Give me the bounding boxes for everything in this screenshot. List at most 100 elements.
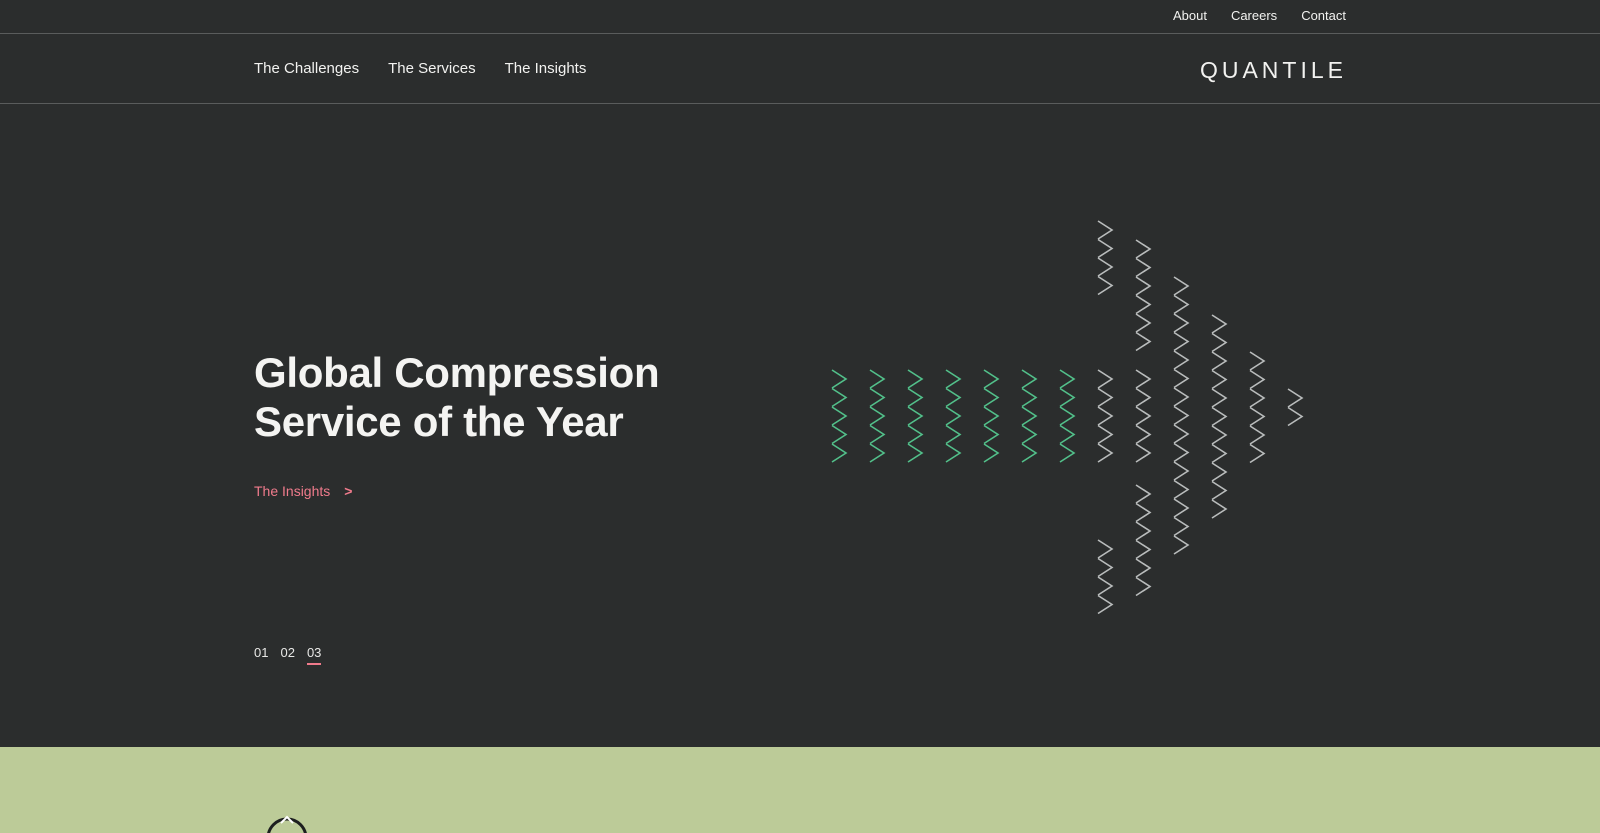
chevron-head-icon xyxy=(1097,443,1114,463)
chevron-head-icon xyxy=(1173,276,1190,296)
chevron-head-icon xyxy=(1211,332,1228,353)
chevron-shaft-icon xyxy=(945,443,962,463)
chevron-shaft-icon xyxy=(983,406,1000,426)
chevron-head-icon xyxy=(1173,461,1190,481)
chevron-head-icon xyxy=(1097,257,1114,277)
chevron-shaft-icon xyxy=(1059,387,1076,408)
utility-links: About Careers Contact xyxy=(1173,8,1346,23)
chevron-right-icon: > xyxy=(344,483,353,499)
chevron-head-icon xyxy=(1211,499,1228,519)
chevron-head-icon xyxy=(1097,275,1114,296)
chevron-shaft-icon xyxy=(945,387,962,408)
chevron-shaft-icon xyxy=(831,369,848,389)
contact-link[interactable]: Contact xyxy=(1301,8,1346,23)
chevron-shaft-icon xyxy=(831,424,848,445)
slide-dot-01[interactable]: 01 xyxy=(254,645,268,665)
chevron-head-icon xyxy=(1097,406,1114,426)
chevron-head-icon xyxy=(1097,557,1114,578)
lower-section xyxy=(0,747,1600,833)
main-navigation: The Challenges The Services The Insights… xyxy=(0,34,1600,104)
chevron-head-icon xyxy=(1135,558,1152,578)
chevron-head-icon xyxy=(1211,462,1228,482)
chevron-shaft-icon xyxy=(1059,406,1076,426)
chevron-head-icon xyxy=(1173,498,1190,518)
chevron-shaft-icon xyxy=(869,443,886,463)
chevron-head-icon xyxy=(1135,276,1152,296)
chevron-head-icon xyxy=(1173,442,1190,463)
chevron-head-icon xyxy=(1097,576,1114,596)
chevron-shaft-icon xyxy=(1059,443,1076,463)
chevron-shaft-icon xyxy=(1021,387,1038,408)
chevron-shaft-icon xyxy=(945,424,962,445)
chevron-head-icon xyxy=(1211,351,1228,371)
chevron-head-icon xyxy=(1135,502,1152,523)
chevron-head-icon xyxy=(1249,388,1266,408)
chevron-head-icon xyxy=(1173,313,1190,333)
hero-section: Global Compression Service of the Year T… xyxy=(0,104,1600,747)
chevron-head-icon xyxy=(1173,387,1190,407)
chevron-head-icon xyxy=(1173,424,1190,444)
chevron-head-icon xyxy=(1211,425,1228,445)
chevron-head-icon xyxy=(1173,331,1190,352)
chevron-head-icon xyxy=(1173,294,1190,315)
chevron-shaft-icon xyxy=(1021,443,1038,463)
chevron-shaft-icon xyxy=(869,406,886,426)
nav-item-insights[interactable]: The Insights xyxy=(505,60,587,77)
chevron-head-icon xyxy=(1135,406,1152,426)
chevron-shaft-icon xyxy=(831,443,848,463)
chevron-head-icon xyxy=(1097,220,1114,240)
chevron-head-icon xyxy=(1211,406,1228,427)
chevron-shaft-icon xyxy=(1021,369,1038,389)
chevron-shaft-icon xyxy=(869,424,886,445)
chevron-head-icon xyxy=(1135,294,1152,315)
chevron-head-icon xyxy=(1097,238,1114,259)
emblem-icon xyxy=(267,815,307,833)
insights-cta-link[interactable]: The Insights > xyxy=(254,483,352,499)
chevron-head-icon xyxy=(1211,480,1228,501)
chevron-shaft-icon xyxy=(907,369,924,389)
chevron-shaft-icon xyxy=(945,406,962,426)
chevron-shaft-icon xyxy=(983,387,1000,408)
insights-cta-label: The Insights xyxy=(254,483,331,499)
chevron-head-icon xyxy=(1097,594,1114,615)
chevron-head-icon xyxy=(1097,369,1114,389)
chevron-head-icon xyxy=(1173,516,1190,537)
chevron-head-icon xyxy=(1135,576,1152,597)
nav-item-services[interactable]: The Services xyxy=(388,60,476,77)
quantile-logo[interactable]: QUANTILE xyxy=(1200,57,1347,84)
chevron-shaft-icon xyxy=(869,387,886,408)
chevron-arrow-graphic xyxy=(831,220,1304,615)
hero-title: Global Compression Service of the Year xyxy=(254,348,734,446)
chevron-shaft-icon xyxy=(869,369,886,389)
chevron-head-icon xyxy=(1173,350,1190,370)
chevron-shaft-icon xyxy=(1059,369,1076,389)
chevron-head-icon xyxy=(1135,369,1152,389)
nav-item-challenges[interactable]: The Challenges xyxy=(254,60,359,77)
about-link[interactable]: About xyxy=(1173,8,1207,23)
chevron-shaft-icon xyxy=(983,443,1000,463)
chevron-head-icon xyxy=(1135,331,1152,352)
chevron-head-icon xyxy=(1173,405,1190,426)
chevron-shaft-icon xyxy=(907,406,924,426)
chevron-head-icon xyxy=(1097,539,1114,559)
chevron-head-icon xyxy=(1135,443,1152,463)
chevron-head-icon xyxy=(1135,387,1152,408)
chevron-head-icon xyxy=(1249,443,1266,464)
slide-dot-03[interactable]: 03 xyxy=(306,645,322,665)
chevron-head-icon xyxy=(1135,521,1152,541)
chevron-head-icon xyxy=(1211,388,1228,408)
chevron-shaft-icon xyxy=(831,406,848,426)
slide-dot-02[interactable]: 02 xyxy=(280,645,294,665)
chevron-shaft-icon xyxy=(1059,424,1076,445)
careers-link[interactable]: Careers xyxy=(1231,8,1277,23)
chevron-shaft-icon xyxy=(983,424,1000,445)
chevron-head-icon xyxy=(1097,424,1114,445)
chevron-head-icon xyxy=(1287,388,1304,408)
chevron-head-icon xyxy=(1249,351,1266,371)
chevron-head-icon xyxy=(1135,313,1152,333)
slide-pager: 01 02 03 xyxy=(254,645,322,665)
chevron-head-icon xyxy=(1135,539,1152,560)
chevron-shaft-icon xyxy=(983,369,1000,389)
chevron-head-icon xyxy=(1135,239,1152,259)
chevron-shaft-icon xyxy=(907,387,924,408)
